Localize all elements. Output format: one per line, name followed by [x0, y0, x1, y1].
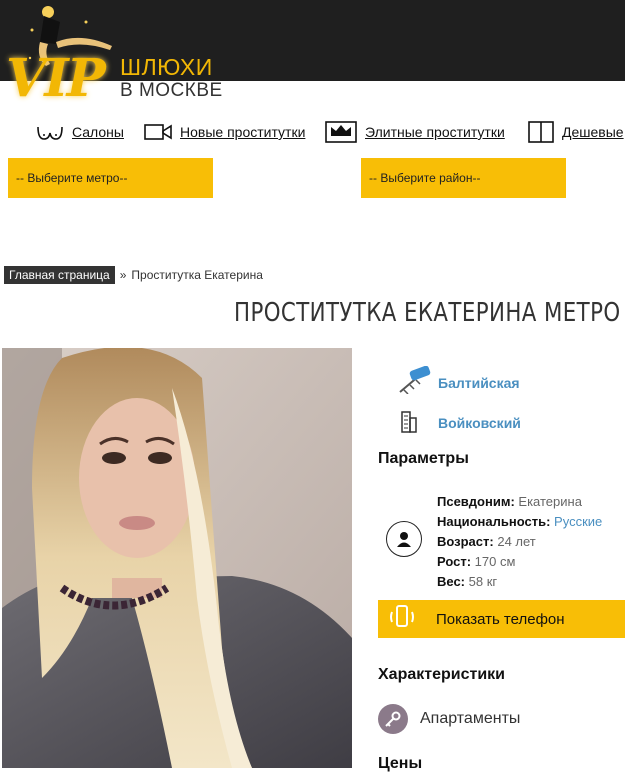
- breadcrumb: Главная страница » Проститутка Екатерина: [4, 266, 263, 284]
- breadcrumb-separator: »: [119, 268, 127, 282]
- district-label: Войковский: [438, 414, 521, 431]
- nationality-link[interactable]: Русские: [554, 514, 602, 529]
- params-heading: Параметры: [378, 450, 469, 467]
- nav-item-label: Новые проститутки: [180, 124, 306, 140]
- metro-link[interactable]: Балтийская: [396, 365, 520, 399]
- metro-label: Балтийская: [438, 374, 520, 391]
- show-phone-label: Показать телефон: [436, 610, 565, 628]
- user-icon: [386, 521, 422, 557]
- buildings-icon: [396, 406, 432, 439]
- param-weight: Вес: 58 кг: [437, 574, 498, 589]
- nav-item-new[interactable]: Новые проститутки: [144, 118, 305, 146]
- nav-item-label: Дешевые: [562, 124, 624, 140]
- district-select[interactable]: -- Выберите район--: [361, 158, 566, 198]
- breadcrumb-current: Проститутка Екатерина: [131, 268, 263, 282]
- page-title: ПРОСТИТУТКА ЕКАТЕРИНА МЕТРО I: [234, 298, 625, 328]
- main-nav: Салоны Новые проститутки Элитные простит…: [0, 118, 625, 146]
- bust-icon: [36, 123, 64, 141]
- profile-photo[interactable]: [2, 348, 352, 768]
- video-camera-icon: [144, 123, 172, 141]
- metro-train-icon: [396, 365, 432, 399]
- show-phone-button[interactable]: Показать телефон: [378, 600, 625, 638]
- district-link[interactable]: Войковский: [396, 406, 521, 439]
- phone-icon: [388, 604, 416, 634]
- nav-item-cheap[interactable]: Дешевые: [528, 118, 624, 146]
- logo-subtitle: В МОСКВЕ: [120, 80, 223, 101]
- logo-title: ШЛЮХИ: [120, 54, 213, 80]
- param-nickname: Псевдоним: Екатерина: [437, 494, 582, 509]
- prices-heading: Цены: [378, 755, 423, 772]
- book-icon: [528, 121, 554, 143]
- site-logo[interactable]: VIP ШЛЮХИ В МОСКВЕ: [0, 0, 240, 116]
- param-height: Рост: 170 см: [437, 554, 516, 569]
- nav-item-label: Элитные проститутки: [365, 124, 505, 140]
- params-list: Псевдоним: Екатерина Национальность: Рус…: [437, 492, 602, 592]
- logo-vip: VIP: [6, 48, 106, 109]
- nav-item-elite[interactable]: Элитные проститутки: [325, 118, 505, 146]
- features-heading: Характеристики: [378, 666, 506, 683]
- feature-label: Апартаменты: [420, 710, 521, 727]
- param-age: Возраст: 24 лет: [437, 534, 536, 549]
- crown-icon: [325, 121, 357, 143]
- metro-select[interactable]: -- Выберите метро--: [8, 158, 213, 198]
- breadcrumb-home-link[interactable]: Главная страница: [4, 266, 115, 284]
- feature-apartments: Апартаменты: [378, 704, 520, 734]
- nav-item-label: Салоны: [72, 124, 124, 140]
- nav-item-salons[interactable]: Салоны: [36, 118, 124, 146]
- key-icon: [378, 704, 408, 734]
- param-nationality: Национальность: Русские: [437, 514, 603, 529]
